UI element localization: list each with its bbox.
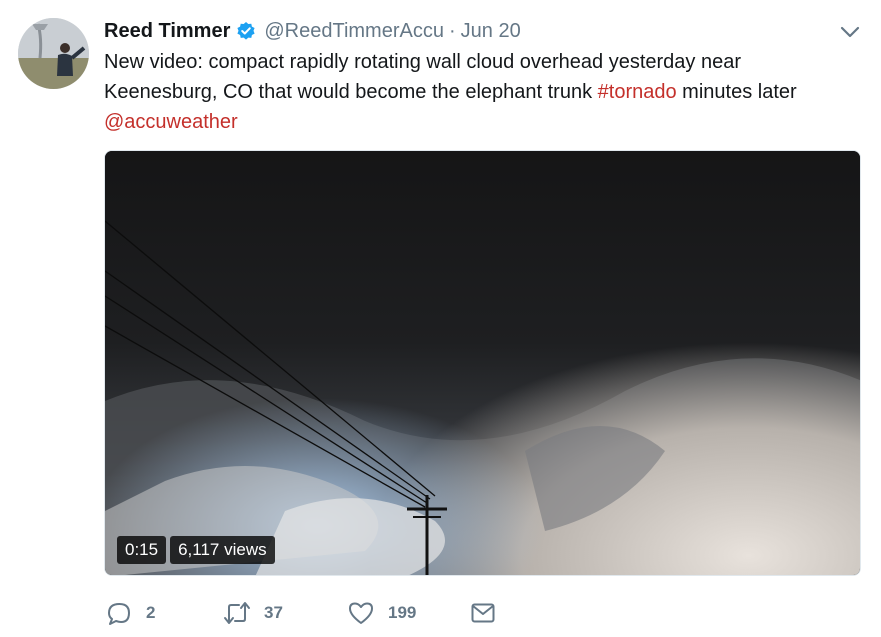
- video-view-count: 6,117 views: [170, 536, 275, 564]
- video-overlay: 0:15 6,117 views: [117, 536, 275, 564]
- tweet-date[interactable]: Jun 20: [461, 20, 521, 43]
- direct-message-icon: [468, 598, 498, 628]
- like-icon: [346, 598, 376, 628]
- like-button[interactable]: 199: [346, 598, 468, 628]
- mention-link[interactable]: @accuweather: [104, 111, 238, 133]
- tweet-actions: 2 37 199: [104, 598, 508, 628]
- retweet-button[interactable]: 37: [222, 598, 340, 628]
- retweet-icon: [222, 598, 252, 628]
- verified-badge-icon: [236, 21, 256, 41]
- direct-message-button[interactable]: [468, 598, 508, 628]
- reply-icon: [104, 598, 134, 628]
- separator-dot: ·: [448, 19, 456, 42]
- tweet-header: Reed Timmer @ReedTimmerAccu · Jun 20: [104, 17, 521, 45]
- tweet: Reed Timmer @ReedTimmerAccu · Jun 20 New…: [0, 0, 881, 637]
- author-name[interactable]: Reed Timmer: [104, 20, 230, 43]
- like-count: 199: [388, 603, 417, 622]
- tweet-text-tail: minutes later: [676, 81, 797, 103]
- chevron-down-icon[interactable]: [838, 20, 862, 44]
- author-handle[interactable]: @ReedTimmerAccu: [264, 20, 444, 43]
- video-player[interactable]: [104, 150, 861, 576]
- avatar[interactable]: [18, 18, 89, 89]
- hashtag-link[interactable]: #tornado: [598, 81, 677, 103]
- reply-count: 2: [146, 603, 156, 622]
- video-duration: 0:15: [117, 536, 167, 564]
- retweet-count: 37: [264, 603, 283, 622]
- reply-button[interactable]: 2: [104, 598, 224, 628]
- tweet-text: New video: compact rapidly rotating wall…: [104, 47, 849, 137]
